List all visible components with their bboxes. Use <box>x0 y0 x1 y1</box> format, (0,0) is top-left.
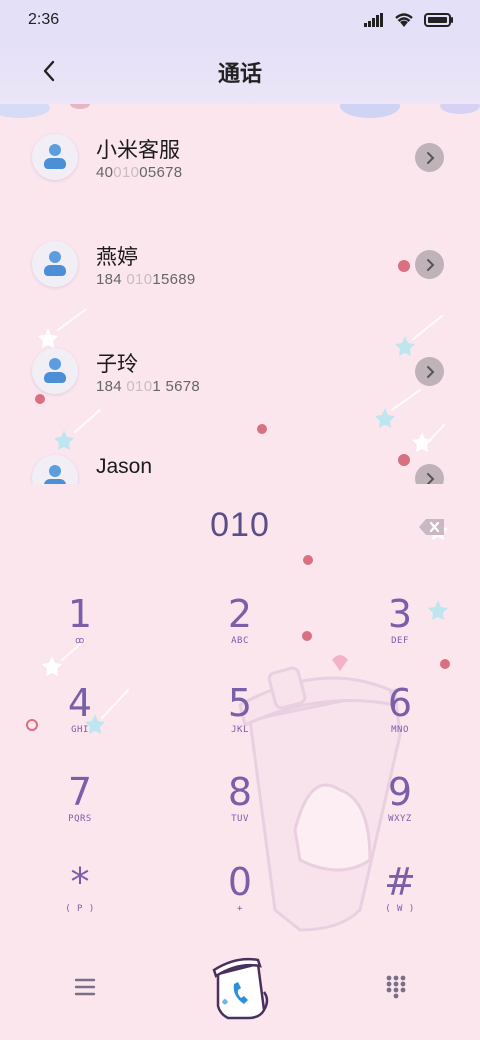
contact-detail-button[interactable] <box>415 464 444 484</box>
key-7[interactable]: 7 PQRS <box>25 770 135 850</box>
key-1[interactable]: 1 ꝏ <box>25 592 135 672</box>
signal-icon <box>364 13 383 27</box>
delete-button[interactable] <box>418 516 446 538</box>
status-icons <box>364 12 454 28</box>
key-2[interactable]: 2 ABC <box>185 592 295 672</box>
voicemail-icon: ꝏ <box>75 636 85 646</box>
avatar <box>32 134 78 180</box>
contact-name: Jason <box>96 455 153 478</box>
key-6[interactable]: 6 MNO <box>345 681 455 761</box>
avatar <box>32 348 78 394</box>
contact-detail-button[interactable] <box>415 357 444 386</box>
keypad-icon <box>386 975 406 999</box>
menu-button[interactable] <box>70 972 100 1002</box>
contact-number: 4001005678 <box>96 164 183 181</box>
key-0[interactable]: 0 + <box>185 860 295 940</box>
key-3[interactable]: 3 DEF <box>345 592 455 672</box>
contact-name: 小米客服 <box>96 138 180 162</box>
call-button[interactable] <box>208 952 272 1024</box>
backspace-icon <box>419 519 444 535</box>
contact-name: 子玲 <box>96 352 138 376</box>
key-star[interactable]: * ( P ) <box>25 860 135 940</box>
status-time: 2:36 <box>28 11 60 28</box>
list-item-contact[interactable]: 燕婷 184 01015689 <box>0 211 480 291</box>
app-header: 通话 <box>0 40 480 104</box>
bottom-action-bar <box>0 940 480 1040</box>
menu-icon <box>74 978 96 996</box>
contact-name: 燕婷 <box>96 245 138 269</box>
page-title: 通话 <box>217 62 262 87</box>
list-item-contact[interactable]: 子玲 184 0101 5678 <box>0 318 480 398</box>
wifi-icon <box>395 13 413 27</box>
phone-call-icon <box>212 957 269 1020</box>
keypad-toggle-button[interactable] <box>382 972 410 1002</box>
list-item-contact[interactable]: 小米客服 4001005678 <box>0 104 480 184</box>
battery-icon <box>424 13 453 27</box>
chevron-right-icon <box>426 472 434 484</box>
key-5[interactable]: 5 JKL <box>185 681 295 761</box>
key-8[interactable]: 8 TUV <box>185 770 295 850</box>
contact-detail-button[interactable] <box>415 143 444 172</box>
key-hash[interactable]: # ( W ) <box>345 860 455 940</box>
key-4[interactable]: 4 GHI <box>25 681 135 761</box>
list-item-contact[interactable]: Jason <box>0 425 480 484</box>
chevron-right-icon <box>426 258 434 271</box>
avatar <box>32 455 78 484</box>
contact-detail-button[interactable] <box>415 250 444 279</box>
status-bar: 2:36 <box>0 0 480 40</box>
contact-suggestion-list[interactable]: 小米客服 4001005678 燕婷 184 01015689 子玲 184 0… <box>0 104 480 484</box>
key-9[interactable]: 9 WXYZ <box>345 770 455 850</box>
avatar <box>32 241 78 287</box>
chevron-right-icon <box>426 365 434 378</box>
chevron-right-icon <box>426 151 434 164</box>
contact-number: 184 01015689 <box>96 271 196 288</box>
dialed-number-input[interactable]: 010 <box>0 506 480 545</box>
contact-number: 184 0101 5678 <box>96 378 201 395</box>
